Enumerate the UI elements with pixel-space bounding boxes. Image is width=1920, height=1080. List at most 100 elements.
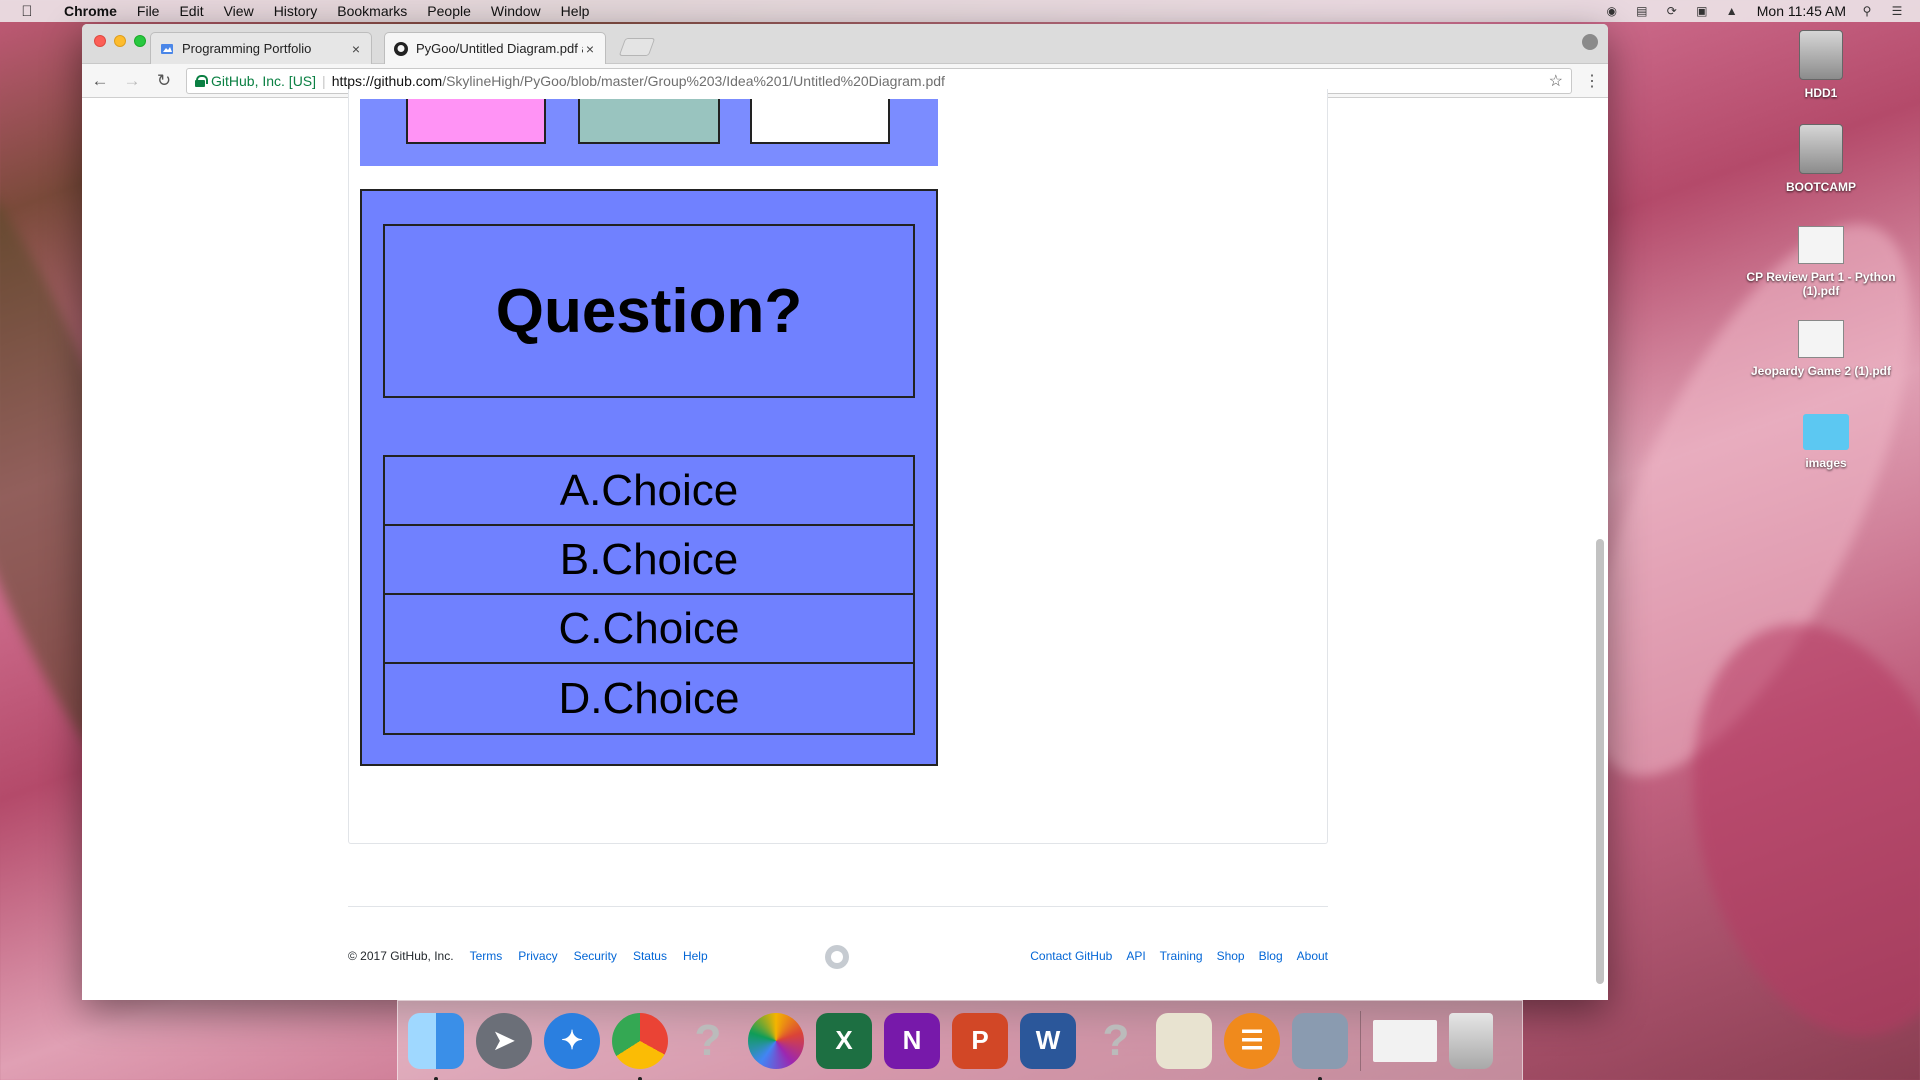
- footer-link-security[interactable]: Security: [574, 949, 617, 963]
- desktop-icon-jeopardy[interactable]: Jeopardy Game 2 (1).pdf: [1736, 320, 1906, 378]
- close-tab-icon[interactable]: ×: [349, 41, 363, 57]
- site-identity[interactable]: GitHub, Inc. [US]: [211, 73, 316, 89]
- desktop-icon-hdd1[interactable]: HDD1: [1736, 30, 1906, 100]
- chrome-icon[interactable]: [612, 1012, 668, 1080]
- menu-bookmarks[interactable]: Bookmarks: [327, 3, 417, 19]
- choice-d: D.Choice: [558, 673, 740, 723]
- evernote-icon[interactable]: ▣: [1693, 4, 1711, 18]
- footer-link-shop[interactable]: Shop: [1217, 949, 1245, 963]
- reload-icon[interactable]: ↻: [154, 71, 174, 91]
- folder-icon: [1803, 414, 1849, 450]
- status-area: ◉ ▤ ⟳ ▣ ▲ Mon 11:45 AM ⚲ ☰: [1603, 3, 1920, 19]
- footer-link-api[interactable]: API: [1126, 949, 1145, 963]
- desktop-icon-label: Jeopardy Game 2 (1).pdf: [1750, 364, 1892, 378]
- copyright: © 2017 GitHub, Inc.: [348, 949, 454, 963]
- url-path[interactable]: /SkylineHigh/PyGoo/blob/master/Group%203…: [442, 73, 945, 89]
- maximize-window-button[interactable]: [134, 35, 146, 47]
- menu-people[interactable]: People: [417, 3, 481, 19]
- menu-help[interactable]: Help: [551, 3, 600, 19]
- url-host[interactable]: https://github.com: [332, 73, 443, 89]
- spotlight-search-icon[interactable]: ⚲: [1858, 4, 1876, 18]
- lock-icon[interactable]: [195, 74, 208, 87]
- notification-center-icon[interactable]: ☰: [1888, 4, 1906, 18]
- question-box: Question?: [383, 224, 915, 398]
- tab-title: Programming Portfolio: [182, 41, 312, 56]
- photos-icon[interactable]: [748, 1012, 804, 1069]
- footer-link-blog[interactable]: Blog: [1259, 949, 1283, 963]
- choice-b: B.Choice: [385, 526, 913, 595]
- footer-link-terms[interactable]: Terms: [470, 949, 503, 963]
- scrollbar-thumb[interactable]: [1596, 539, 1604, 984]
- desktop-icon-label: images: [1805, 456, 1847, 470]
- excel-icon[interactable]: X: [816, 1012, 872, 1069]
- wifi-icon[interactable]: ▲: [1723, 4, 1741, 18]
- footer-link-about[interactable]: About: [1297, 949, 1328, 963]
- menu-view[interactable]: View: [214, 3, 264, 19]
- dock-separator: [1360, 1010, 1361, 1071]
- menu-file[interactable]: File: [127, 3, 170, 19]
- safari-icon[interactable]: ✦: [544, 1012, 600, 1069]
- desktop-icon-images[interactable]: images: [1741, 414, 1911, 470]
- running-indicator: [638, 1076, 642, 1080]
- forward-icon[interactable]: →: [122, 71, 142, 91]
- creative-cloud-icon[interactable]: ◉: [1603, 4, 1621, 18]
- minimize-window-button[interactable]: [114, 35, 126, 47]
- powerpoint-icon[interactable]: P: [952, 1012, 1008, 1069]
- menu-edit[interactable]: Edit: [169, 3, 213, 19]
- github-logo-icon[interactable]: [825, 945, 849, 969]
- footer-link-status[interactable]: Status: [633, 949, 667, 963]
- menu-app-name[interactable]: Chrome: [54, 3, 127, 19]
- apple-menu-icon[interactable]: : [0, 3, 54, 20]
- profile-icon[interactable]: [1582, 34, 1598, 50]
- running-indicator: [1318, 1076, 1322, 1080]
- menu-history[interactable]: History: [264, 3, 328, 19]
- pdf-document-icon: [1798, 320, 1844, 358]
- bookmark-star-icon[interactable]: ☆: [1549, 71, 1563, 91]
- footer-link-privacy[interactable]: Privacy: [518, 949, 557, 963]
- finder-icon[interactable]: [408, 1012, 464, 1080]
- chrome-menu-icon[interactable]: ⋮: [1584, 71, 1600, 91]
- tab-programming-portfolio[interactable]: Programming Portfolio ×: [150, 32, 372, 64]
- desktop-icon-label: CP Review Part 1 - Python (1).pdf: [1746, 270, 1896, 298]
- trash-icon[interactable]: [1449, 1012, 1493, 1069]
- sync-icon[interactable]: ⟳: [1663, 4, 1681, 18]
- sites-icon: [159, 41, 175, 57]
- image-capture-icon[interactable]: [1292, 1012, 1348, 1080]
- teal-swatch: [578, 99, 720, 144]
- footer-link-help[interactable]: Help: [683, 949, 708, 963]
- running-indicator: [434, 1076, 438, 1080]
- unknown-app-icon[interactable]: ?: [1088, 1013, 1144, 1069]
- desktop-icon-label: HDD1: [1804, 86, 1838, 100]
- word-icon[interactable]: W: [1020, 1012, 1076, 1069]
- close-window-button[interactable]: [94, 35, 106, 47]
- desktop-icon-label: BOOTCAMP: [1786, 180, 1856, 194]
- footer-link-training[interactable]: Training: [1160, 949, 1203, 963]
- menubar-clock[interactable]: Mon 11:45 AM: [1757, 3, 1846, 19]
- unknown-app-icon[interactable]: ?: [680, 1013, 736, 1069]
- tab-pygoo-diagram[interactable]: PyGoo/Untitled Diagram.pdf at ×: [384, 32, 606, 64]
- window-controls: [94, 35, 146, 47]
- desktop-icon-bootcamp[interactable]: BOOTCAMP: [1736, 124, 1906, 194]
- footer-left: © 2017 GitHub, Inc. Terms Privacy Securi…: [348, 949, 708, 963]
- ibooks-icon[interactable]: ☰: [1224, 1012, 1280, 1069]
- downloads-stack-icon[interactable]: [1373, 1019, 1437, 1062]
- close-tab-icon[interactable]: ×: [583, 41, 597, 57]
- github-footer: © 2017 GitHub, Inc. Terms Privacy Securi…: [348, 906, 1328, 969]
- github-icon: [393, 41, 409, 57]
- white-swatch: [750, 99, 890, 144]
- tab-title: PyGoo/Untitled Diagram.pdf at: [416, 41, 583, 56]
- browser-window: Programming Portfolio × PyGoo/Untitled D…: [82, 24, 1608, 1000]
- menu-window[interactable]: Window: [481, 3, 551, 19]
- preview-icon[interactable]: [1156, 1012, 1212, 1069]
- onenote-icon[interactable]: N: [884, 1012, 940, 1069]
- launchpad-icon[interactable]: ➤: [476, 1012, 532, 1069]
- desktop-icon-cp-review[interactable]: CP Review Part 1 - Python (1).pdf: [1736, 226, 1906, 298]
- back-icon[interactable]: ←: [90, 71, 110, 91]
- url-divider: |: [322, 72, 326, 89]
- dock: ➤ ✦ ? X N P W ? ☰: [397, 1000, 1523, 1080]
- footer-link-contact[interactable]: Contact GitHub: [1030, 949, 1112, 963]
- new-tab-button[interactable]: [618, 38, 656, 56]
- diagram-color-band: [360, 99, 938, 166]
- display-icon[interactable]: ▤: [1633, 4, 1651, 18]
- choice-list: A.Choice B.Choice C.Choice D.Choice: [383, 455, 915, 735]
